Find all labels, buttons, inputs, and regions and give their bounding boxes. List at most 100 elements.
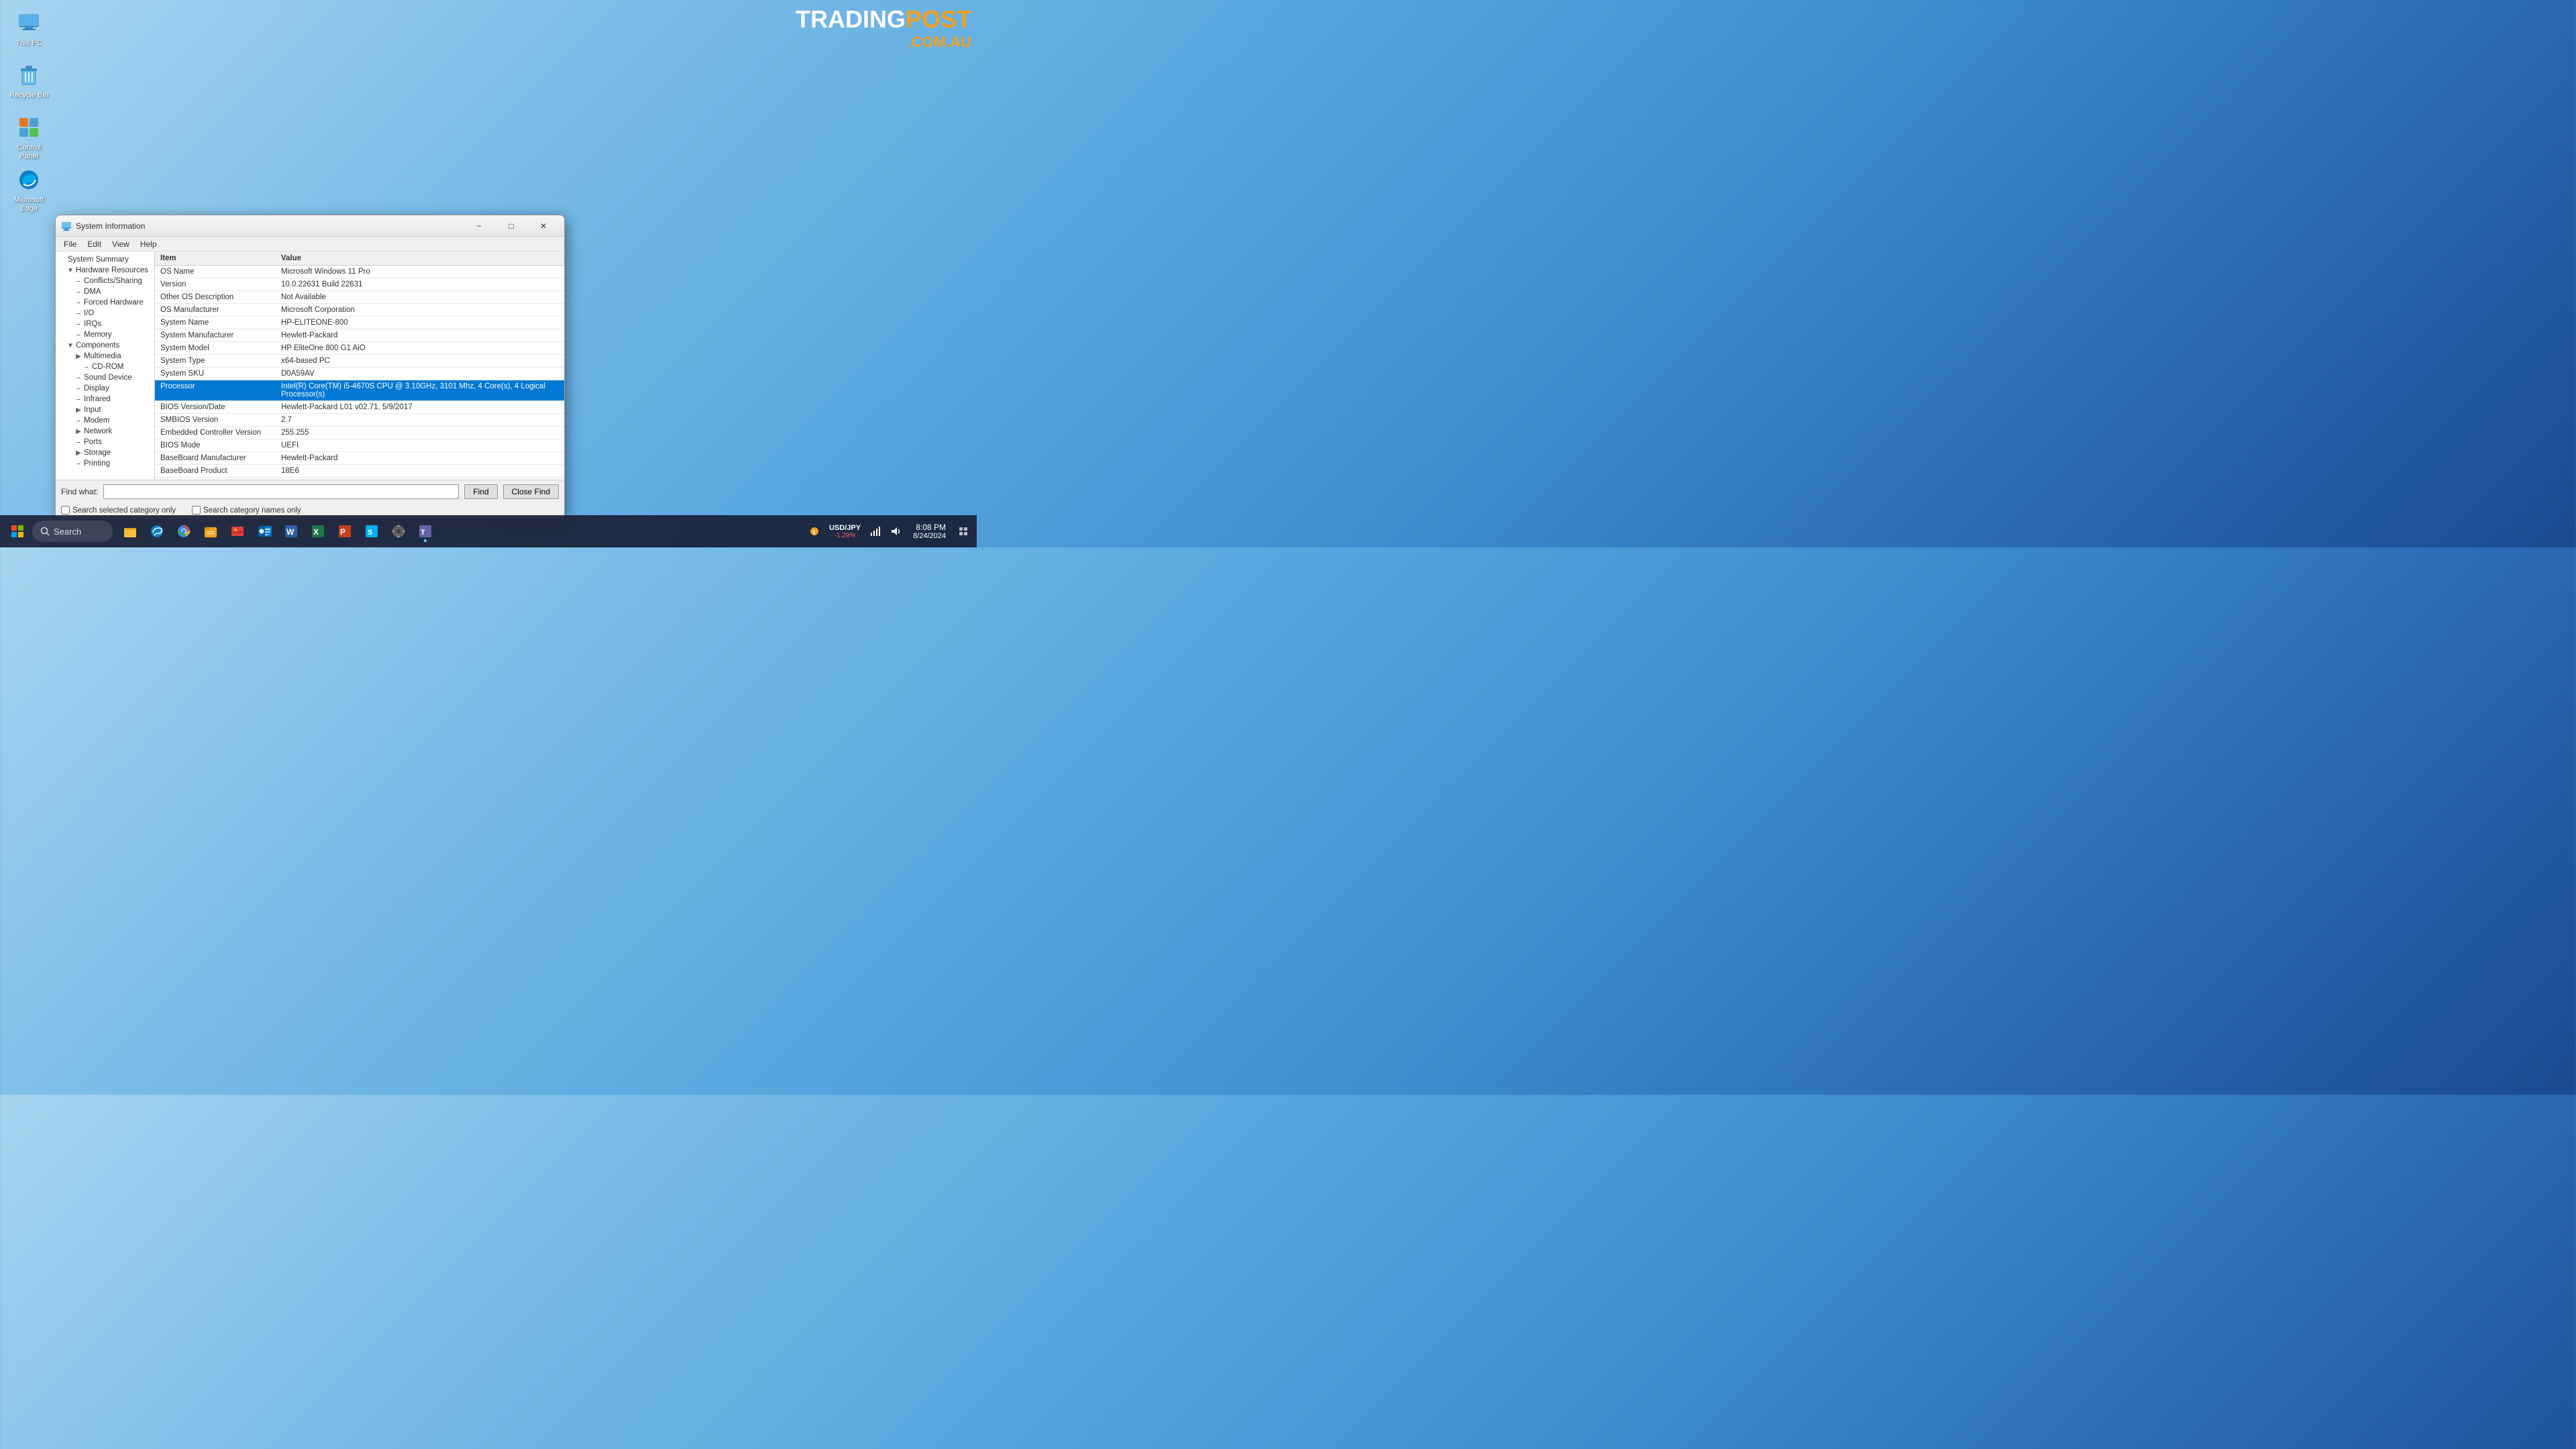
systray-forex[interactable]: USD/JPY -1.29%	[826, 523, 863, 541]
window-minimize-button[interactable]: −	[464, 216, 494, 236]
expander-icon: ⎯	[74, 374, 83, 382]
window-titlebar: System Information − □ ✕	[56, 215, 564, 237]
tree-item-multimedia[interactable]: ▶ Multimedia	[56, 351, 154, 362]
tree-item-conflicts-sharing[interactable]: ⎯ Conflicts/Sharing	[56, 276, 154, 286]
table-cell-item: SMBIOS Version	[155, 414, 276, 427]
menu-view[interactable]: View	[107, 238, 135, 250]
expander-icon: ⎯	[74, 320, 83, 328]
table-row[interactable]: Version10.0.22631 Build 22631	[155, 278, 564, 291]
checkbox-selected-category[interactable]: Search selected category only	[61, 506, 176, 515]
taskbar-search[interactable]: Search	[32, 521, 113, 542]
tree-item-forced-hardware[interactable]: ⎯ Forced Hardware	[56, 297, 154, 308]
tree-item-system-summary[interactable]: System Summary	[56, 254, 154, 265]
table-cell-item: System Type	[155, 355, 276, 368]
window-close-button[interactable]: ✕	[528, 216, 559, 236]
table-cell-value: UEFI	[276, 439, 564, 452]
table-cell-item: BaseBoard Product	[155, 465, 276, 478]
systray-network[interactable]	[867, 525, 883, 538]
start-button[interactable]	[5, 519, 30, 543]
notification-center-button[interactable]	[955, 519, 971, 543]
tree-item-sound-device[interactable]: ⎯ Sound Device	[56, 372, 154, 383]
systray-notification[interactable]: 1	[806, 525, 822, 538]
tree-item-hardware-resources[interactable]: ▼ Hardware Resources	[56, 265, 154, 276]
search-icon	[40, 527, 50, 536]
desktop-icon-recycle-bin[interactable]: Recycle Bin	[5, 59, 52, 103]
table-row[interactable]: BIOS ModeUEFI	[155, 439, 564, 452]
table-cell-value: x64-based PC	[276, 355, 564, 368]
clock[interactable]: 8:08 PM 8/24/2024	[909, 521, 950, 541]
taskbar-app-teams[interactable]: T	[413, 519, 437, 543]
table-row[interactable]: BaseBoard VersionNot Available	[155, 478, 564, 480]
table-row[interactable]: System ManufacturerHewlett-Packard	[155, 329, 564, 342]
table-cell-item: System Name	[155, 317, 276, 329]
table-row[interactable]: ProcessorIntel(R) Core(TM) i5-4670S CPU …	[155, 380, 564, 401]
svg-text:T: T	[421, 529, 425, 537]
svg-text:S: S	[368, 529, 372, 537]
tree-item-ports[interactable]: ⎯ Ports	[56, 437, 154, 447]
systray-volume[interactable]	[888, 525, 904, 538]
tree-item-infrared[interactable]: ⎯ Infrared	[56, 394, 154, 405]
tree-item-modem[interactable]: ⎯ Modem	[56, 415, 154, 426]
desktop-icon-microsoft-edge[interactable]: Microsoft Edge	[5, 164, 52, 216]
taskbar-app-chrome[interactable]	[172, 519, 196, 543]
table-row[interactable]: System ModelHP EliteOne 800 G1 AiO	[155, 342, 564, 355]
tree-item-printing[interactable]: ⎯ Printing	[56, 458, 154, 469]
expander-icon: ▶	[74, 449, 83, 457]
close-find-button[interactable]: Close Find	[503, 484, 559, 499]
table-cell-value: Intel(R) Core(TM) i5-4670S CPU @ 3.10GHz…	[276, 380, 564, 401]
tree-item-cd-rom[interactable]: ⎯ CD-ROM	[56, 362, 154, 372]
desktop-icon-microsoft-edge-label: Microsoft Edge	[8, 196, 50, 213]
table-row[interactable]: Other OS DescriptionNot Available	[155, 291, 564, 304]
table-cell-item: OS Name	[155, 266, 276, 278]
checkbox-selected-category-input[interactable]	[61, 506, 70, 515]
table-row[interactable]: OS NameMicrosoft Windows 11 Pro	[155, 266, 564, 278]
table-row[interactable]: Embedded Controller Version255.255	[155, 427, 564, 439]
tree-item-network[interactable]: ▶ Network	[56, 426, 154, 437]
find-button[interactable]: Find	[464, 484, 497, 499]
table-row[interactable]: BaseBoard ManufacturerHewlett-Packard	[155, 452, 564, 465]
expander-icon: ⎯	[74, 288, 83, 296]
taskbar-app-file-manager[interactable]	[199, 519, 223, 543]
table-cell-value: HP-ELITEONE-800	[276, 317, 564, 329]
table-row[interactable]: System NameHP-ELITEONE-800	[155, 317, 564, 329]
tree-item-components[interactable]: ▼ Components	[56, 340, 154, 351]
taskbar-app-excel[interactable]: X	[306, 519, 330, 543]
taskbar-right: 1 USD/JPY -1.29%	[806, 519, 971, 543]
tree-item-io[interactable]: ⎯ I/O	[56, 308, 154, 319]
window-maximize-button[interactable]: □	[496, 216, 527, 236]
tree-item-irqs[interactable]: ⎯ IRQs	[56, 319, 154, 329]
table-row[interactable]: OS ManufacturerMicrosoft Corporation	[155, 304, 564, 317]
expander-icon: ⎯	[74, 395, 83, 403]
desktop-icon-this-pc[interactable]: This PC	[5, 7, 52, 50]
find-input[interactable]	[103, 484, 459, 499]
menu-edit[interactable]: Edit	[82, 238, 107, 250]
checkbox-category-names[interactable]: Search category names only	[192, 506, 301, 515]
table-row[interactable]: BIOS Version/DateHewlett-Packard L01 v02…	[155, 401, 564, 414]
tree-item-memory[interactable]: ⎯ Memory	[56, 329, 154, 340]
taskbar-app-word[interactable]: W	[279, 519, 303, 543]
checkbox-category-names-input[interactable]	[192, 506, 201, 515]
taskbar-app-skype[interactable]: S	[360, 519, 384, 543]
table-cell-value: 18E6	[276, 465, 564, 478]
table-row[interactable]: System SKUD0A59AV	[155, 368, 564, 380]
taskbar-app-settings[interactable]	[386, 519, 411, 543]
menu-file[interactable]: File	[58, 238, 82, 250]
taskbar-app-file-explorer[interactable]	[118, 519, 142, 543]
taskbar-app-photos[interactable]	[225, 519, 250, 543]
taskbar-app-outlook[interactable]	[252, 519, 276, 543]
notification-center-icon	[959, 527, 968, 536]
tree-item-dma[interactable]: ⎯ DMA	[56, 286, 154, 297]
desktop-icon-control-panel[interactable]: Control Panel	[5, 111, 52, 164]
tree-item-storage[interactable]: ▶ Storage	[56, 447, 154, 458]
svg-text:P: P	[340, 527, 345, 537]
table-row[interactable]: System Typex64-based PC	[155, 355, 564, 368]
taskbar-app-powerpoint[interactable]: P	[333, 519, 357, 543]
tree-item-input[interactable]: ▶ Input	[56, 405, 154, 415]
menu-help[interactable]: Help	[135, 238, 162, 250]
expander-icon: ⎯	[74, 384, 83, 392]
tree-item-display[interactable]: ⎯ Display	[56, 383, 154, 394]
expander-icon: ▶	[74, 352, 83, 360]
taskbar-app-edge[interactable]	[145, 519, 169, 543]
table-row[interactable]: BaseBoard Product18E6	[155, 465, 564, 478]
table-row[interactable]: SMBIOS Version2.7	[155, 414, 564, 427]
